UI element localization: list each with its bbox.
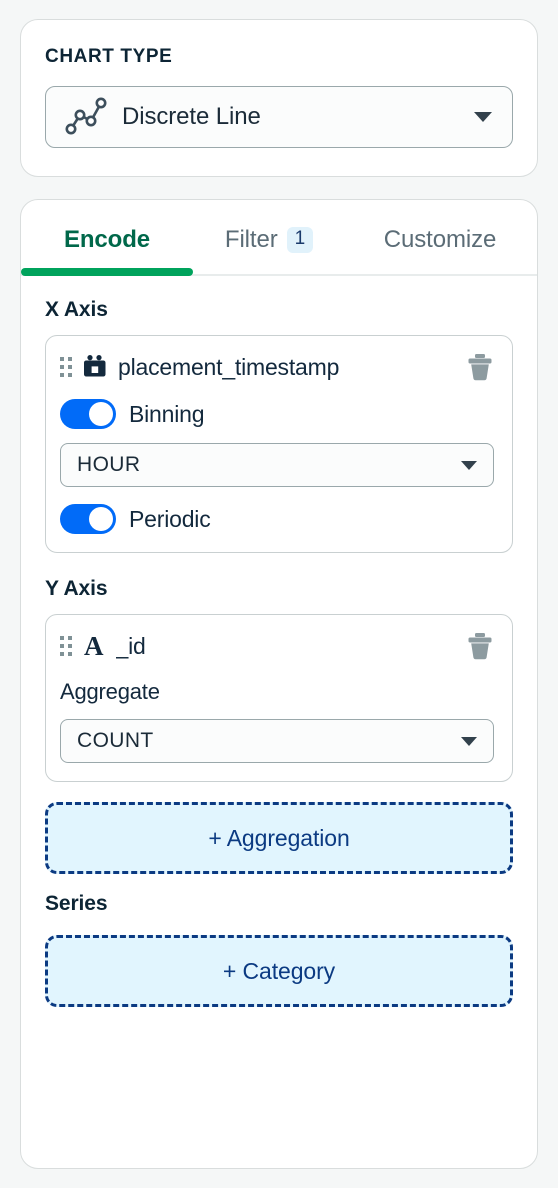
periodic-toggle-row: Periodic — [60, 504, 494, 534]
binning-toggle-row: Binning — [60, 399, 494, 429]
chevron-down-icon — [461, 736, 477, 746]
aggregate-value: COUNT — [77, 729, 154, 752]
y-axis-field-name: _id — [115, 632, 146, 659]
tab-customize[interactable]: Customize — [345, 226, 535, 274]
aggregate-select[interactable]: COUNT — [60, 719, 494, 763]
active-tab-indicator — [21, 268, 193, 276]
chart-builder-panel: CHART TYPE Discrete Line Encode Filter 1… — [0, 0, 558, 1188]
encode-tabs: Encode Filter 1 Customize — [21, 200, 537, 276]
tab-filter[interactable]: Filter 1 — [193, 226, 345, 274]
add-category-button[interactable]: + Category — [45, 935, 513, 1007]
drag-handle-icon[interactable] — [60, 636, 72, 656]
string-type-icon: A — [82, 630, 106, 661]
y-axis-field-row: A _id — [60, 631, 494, 661]
calendar-icon — [82, 354, 108, 380]
tab-encode[interactable]: Encode — [21, 226, 193, 274]
x-axis-field-row: placement_timestamp — [60, 352, 494, 382]
periodic-toggle[interactable] — [60, 504, 116, 534]
encode-card: Encode Filter 1 Customize X Axis placeme… — [20, 199, 538, 1169]
trash-icon[interactable] — [466, 352, 494, 382]
x-axis-heading: X Axis — [45, 298, 108, 321]
y-axis-channel: A _id Aggregate COUNT — [45, 614, 513, 782]
x-axis-field-name: placement_timestamp — [118, 353, 340, 380]
add-category-label: + Category — [222, 957, 336, 984]
series-heading: Series — [45, 892, 108, 915]
trash-icon[interactable] — [466, 631, 494, 661]
chart-type-value: Discrete Line — [122, 103, 261, 130]
string-type-glyph: A — [84, 630, 104, 661]
chevron-down-icon — [474, 112, 492, 122]
binning-unit-select[interactable]: HOUR — [60, 443, 494, 487]
line-chart-icon — [64, 94, 108, 141]
binning-toggle[interactable] — [60, 399, 116, 429]
chart-type-select[interactable]: Discrete Line — [45, 86, 513, 148]
tab-customize-label: Customize — [383, 226, 497, 253]
drag-handle-icon[interactable] — [60, 357, 72, 377]
aggregate-label: Aggregate — [60, 679, 160, 704]
periodic-label: Periodic — [129, 505, 211, 532]
add-aggregation-label: + Aggregation — [208, 824, 350, 851]
y-axis-heading: Y Axis — [45, 577, 108, 600]
binning-label: Binning — [129, 400, 205, 427]
tab-filter-label: Filter — [224, 226, 278, 253]
encode-body: X Axis placement_timestamp Binning HOUR … — [21, 276, 537, 1031]
chart-type-card: CHART TYPE Discrete Line — [20, 19, 538, 177]
tab-encode-label: Encode — [63, 226, 151, 253]
add-aggregation-button[interactable]: + Aggregation — [45, 802, 513, 874]
x-axis-channel: placement_timestamp Binning HOUR Periodi… — [45, 335, 513, 553]
chart-type-label: CHART TYPE — [45, 46, 173, 67]
filter-count-badge: 1 — [286, 226, 314, 254]
chevron-down-icon — [461, 460, 477, 470]
binning-unit-value: HOUR — [77, 453, 141, 476]
